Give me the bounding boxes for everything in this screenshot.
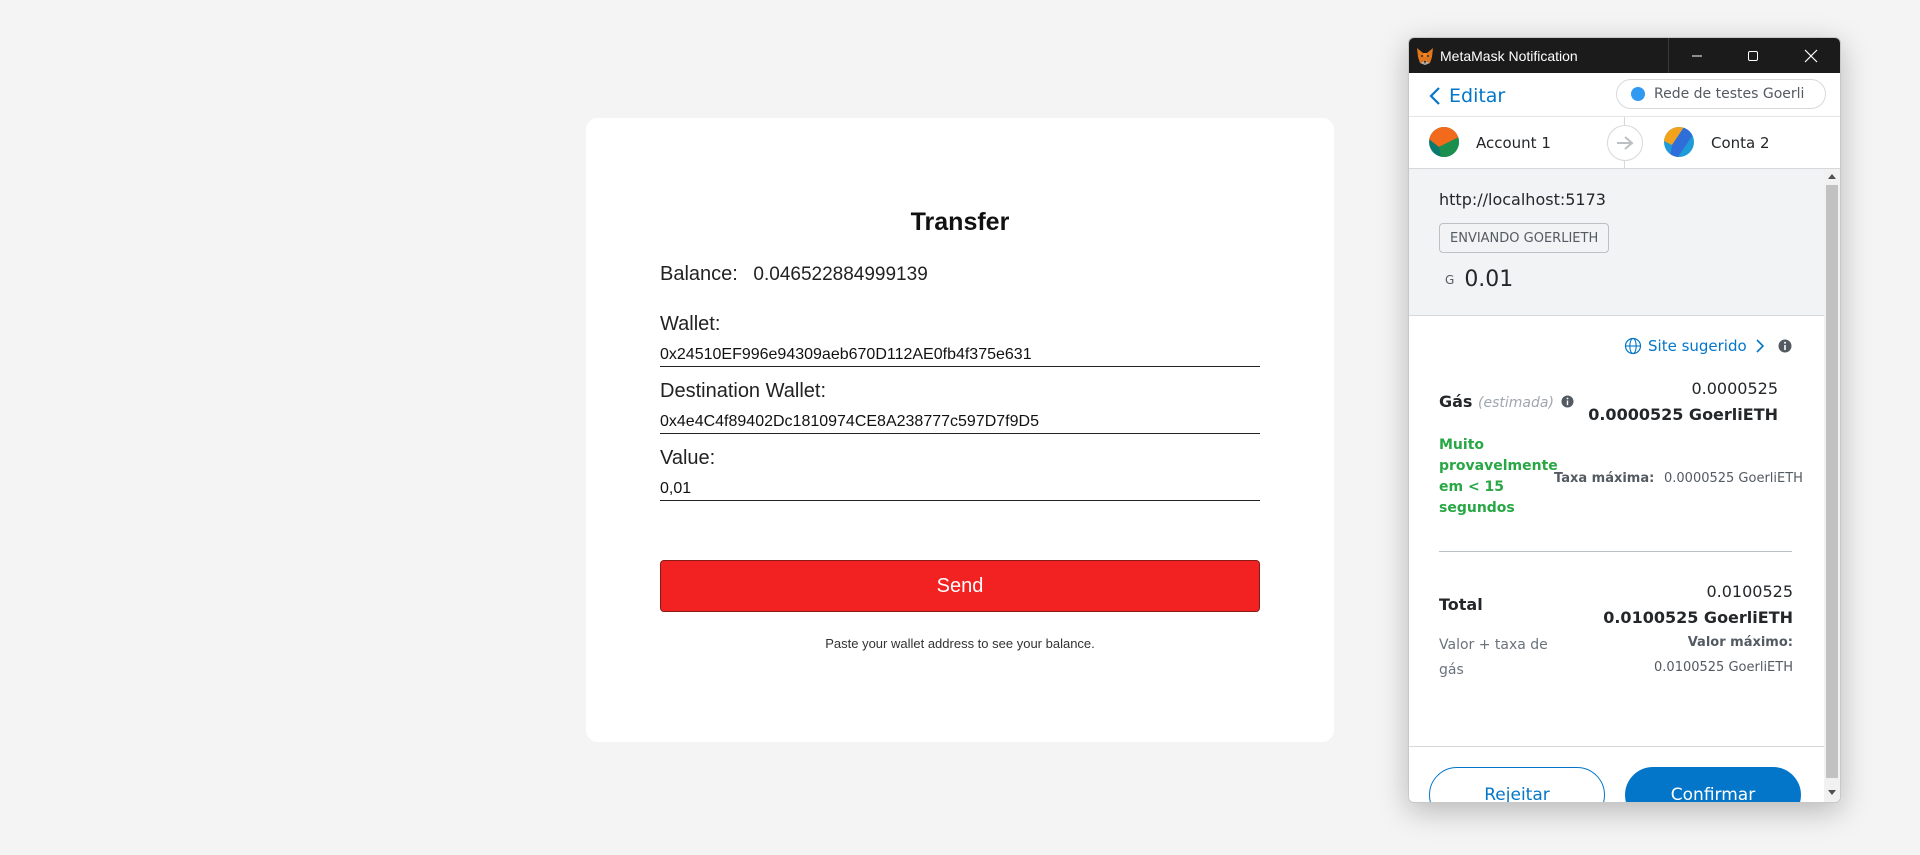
maximize-icon bbox=[1748, 50, 1758, 61]
balance-value: 0.046522884999139 bbox=[753, 264, 928, 285]
account-transfer-row: Account 1 Conta 2 bbox=[1409, 117, 1840, 169]
wallet-input[interactable] bbox=[660, 344, 1260, 367]
gas-timing-estimate: Muito provavelmente em < 15 segundos bbox=[1439, 437, 1558, 516]
close-button[interactable] bbox=[1783, 38, 1839, 73]
info-icon[interactable] bbox=[1777, 338, 1793, 354]
window-title: MetaMask Notification bbox=[1440, 48, 1578, 64]
chevron-right-icon bbox=[1756, 339, 1764, 353]
amount-value: 0.01 bbox=[1464, 267, 1514, 292]
scroll-up-arrow-icon[interactable] bbox=[1828, 174, 1836, 179]
network-pill[interactable]: Rede de testes Goerli bbox=[1616, 79, 1826, 109]
to-account-name: Conta 2 bbox=[1711, 134, 1770, 152]
confirm-footer: Rejeitar Confirmar bbox=[1409, 746, 1824, 802]
to-account-avatar bbox=[1664, 127, 1694, 157]
transaction-type-badge: ENVIANDO GOERLIETH bbox=[1439, 223, 1610, 253]
network-dot-icon bbox=[1631, 87, 1645, 101]
gas-fee-primary: 0.0000525 GoerliETH bbox=[1588, 405, 1778, 424]
gas-estimated-label: (estimada) bbox=[1478, 395, 1554, 411]
send-button[interactable]: Send bbox=[660, 560, 1260, 612]
edit-back-button[interactable]: Editar bbox=[1429, 85, 1505, 107]
gas-title: Gás bbox=[1439, 392, 1473, 411]
balance-hint: Paste your wallet address to see your ba… bbox=[825, 636, 1095, 651]
currency-symbol: G bbox=[1445, 272, 1455, 287]
destination-wallet-input[interactable] bbox=[660, 411, 1260, 434]
info-icon[interactable] bbox=[1560, 394, 1575, 409]
page-title: Transfer bbox=[910, 208, 1010, 236]
confirm-header: Editar Rede de testes Goerli bbox=[1409, 73, 1840, 117]
total-secondary: 0.0100525 bbox=[1706, 582, 1793, 601]
section-divider bbox=[1439, 551, 1792, 552]
max-amount-value: 0.0100525 GoerliETH bbox=[1654, 660, 1793, 675]
transfer-card: Transfer Balance: 0.046522884999139 Wall… bbox=[586, 118, 1334, 742]
total-primary: 0.0100525 GoerliETH bbox=[1603, 608, 1793, 627]
metamask-fox-icon bbox=[1417, 48, 1433, 65]
transaction-summary: http://localhost:5173 ENVIANDO GOERLIETH… bbox=[1409, 169, 1824, 316]
from-account-avatar bbox=[1429, 127, 1459, 157]
from-account-name: Account 1 bbox=[1476, 134, 1551, 152]
reject-button[interactable]: Rejeitar bbox=[1429, 767, 1605, 802]
value-label: Value: bbox=[660, 447, 716, 469]
total-label: Total bbox=[1439, 595, 1483, 614]
origin-url: http://localhost:5173 bbox=[1439, 190, 1606, 209]
edit-label: Editar bbox=[1449, 85, 1506, 107]
max-fee-label: Taxa máxima: bbox=[1554, 471, 1655, 486]
close-icon bbox=[1804, 49, 1818, 62]
jazzicon-icon bbox=[1429, 127, 1459, 157]
arrow-right-icon bbox=[1617, 136, 1634, 150]
arrow-right-circle bbox=[1607, 125, 1643, 161]
confirm-button[interactable]: Confirmar bbox=[1625, 767, 1801, 802]
total-subtitle: Valor + taxa de gás bbox=[1439, 637, 1548, 678]
minimize-icon bbox=[1692, 55, 1702, 56]
network-name: Rede de testes Goerli bbox=[1654, 86, 1805, 102]
max-fee-value: 0.0000525 GoerliETH bbox=[1664, 471, 1803, 486]
maximize-button[interactable] bbox=[1725, 38, 1781, 73]
balance-row: Balance: 0.046522884999139 bbox=[660, 263, 928, 286]
amount-row: G 0.01 bbox=[1445, 267, 1513, 292]
scrollbar[interactable] bbox=[1824, 169, 1840, 802]
wallet-label: Wallet: bbox=[660, 313, 721, 335]
confirm-content: http://localhost:5173 ENVIANDO GOERLIETH… bbox=[1409, 169, 1840, 802]
destination-wallet-label: Destination Wallet: bbox=[660, 380, 826, 402]
globe-icon bbox=[1624, 337, 1642, 355]
jazzicon-icon bbox=[1664, 127, 1694, 157]
gas-fee-secondary: 0.0000525 bbox=[1691, 379, 1778, 398]
scrollbar-thumb[interactable] bbox=[1826, 185, 1838, 778]
max-amount-label: Valor máximo: bbox=[1687, 635, 1793, 650]
window-titlebar[interactable]: MetaMask Notification bbox=[1409, 38, 1840, 73]
scroll-down-arrow-icon[interactable] bbox=[1828, 790, 1836, 795]
metamask-window: MetaMask Notification Editar Rede de tes… bbox=[1408, 37, 1841, 803]
balance-label: Balance: bbox=[660, 263, 738, 285]
gas-label: Gás (estimada) bbox=[1439, 392, 1575, 411]
site-suggested-link[interactable]: Site sugerido bbox=[1624, 337, 1793, 355]
chevron-left-icon bbox=[1429, 87, 1440, 105]
site-suggested-label: Site sugerido bbox=[1648, 337, 1747, 355]
minimize-button[interactable] bbox=[1669, 38, 1725, 73]
value-input[interactable] bbox=[660, 478, 1260, 501]
